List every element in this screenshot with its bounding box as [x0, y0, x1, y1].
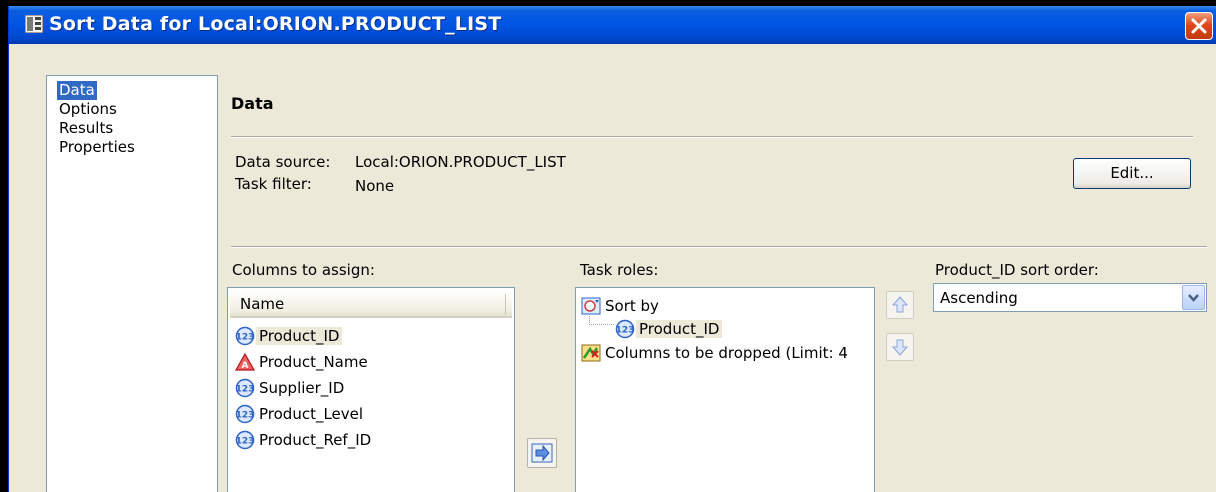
svg-text:123: 123	[236, 385, 255, 395]
numeric-icon: 123	[236, 378, 255, 398]
numeric-icon: 123	[616, 319, 635, 339]
right-arrow-icon	[531, 443, 553, 463]
nav-item-options[interactable]: Options	[57, 100, 119, 119]
move-down-button[interactable]	[886, 333, 914, 361]
task-roles-tree[interactable]: Sort by 123 Product_ID Columns to be dro…	[575, 287, 875, 492]
svg-text:A: A	[242, 361, 249, 371]
tree-connector	[589, 314, 615, 325]
task-filter-label: Task filter:	[235, 175, 312, 193]
dropdown-button[interactable]	[1182, 285, 1205, 310]
window-title: Sort Data for Local:ORION.PRODUCT_LIST	[49, 13, 502, 35]
section-title: Data	[231, 94, 274, 113]
sort-order-label: Product_ID sort order:	[935, 261, 1099, 279]
divider	[231, 246, 1207, 248]
drop-columns-icon	[581, 344, 601, 362]
svg-text:123: 123	[236, 411, 255, 421]
data-source-value: Local:ORION.PRODUCT_LIST	[355, 153, 566, 171]
nav-item-data[interactable]: Data	[57, 81, 97, 100]
character-icon: A	[234, 352, 256, 371]
nav-item-results[interactable]: Results	[57, 119, 115, 138]
role-child-item[interactable]: 123 Product_ID	[614, 317, 723, 341]
numeric-icon: 123	[236, 326, 255, 346]
sort-role-icon	[581, 297, 601, 315]
up-arrow-icon	[891, 296, 909, 313]
svg-text:123: 123	[236, 437, 255, 447]
name-column-header[interactable]: Name	[230, 290, 512, 318]
name-column-label: Name	[240, 295, 285, 313]
nav-item-properties[interactable]: Properties	[57, 138, 137, 157]
task-filter-value: None	[355, 177, 395, 195]
data-source-label: Data source:	[235, 153, 331, 171]
list-item[interactable]: 123 Product_Level	[234, 402, 366, 426]
svg-text:123: 123	[236, 333, 255, 343]
list-item[interactable]: 123 Product_Ref_ID	[234, 428, 374, 452]
down-arrow-icon	[891, 339, 909, 356]
role-columns-dropped[interactable]: Columns to be dropped (Limit: 4	[580, 341, 851, 365]
move-up-button[interactable]	[886, 291, 914, 319]
list-item[interactable]: 123 Product_ID	[234, 324, 343, 348]
title-bar[interactable]: Sort Data for Local:ORION.PRODUCT_LIST	[9, 6, 1216, 44]
divider	[231, 136, 1193, 138]
sort-task-icon	[25, 15, 43, 33]
sort-order-value: Ascending	[940, 289, 1018, 307]
sort-data-dialog: Sort Data for Local:ORION.PRODUCT_LIST D…	[8, 6, 1216, 492]
task-roles-label: Task roles:	[580, 261, 659, 279]
close-button[interactable]	[1185, 12, 1213, 40]
sort-order-select[interactable]: Ascending	[933, 283, 1207, 312]
columns-to-assign-label: Columns to assign:	[232, 261, 375, 279]
numeric-icon: 123	[236, 430, 255, 450]
list-item[interactable]: 123 Supplier_ID	[234, 376, 347, 400]
navigation-list: Data Options Results Properties	[46, 75, 218, 492]
edit-button[interactable]: Edit...	[1073, 158, 1191, 189]
list-item[interactable]: A Product_Name	[234, 350, 371, 374]
column-separator[interactable]	[505, 294, 506, 314]
assign-button[interactable]	[527, 438, 557, 468]
numeric-icon: 123	[236, 404, 255, 424]
columns-listbox[interactable]: Name 123 Product_ID A Product_Name 123 S…	[227, 287, 515, 492]
chevron-down-icon	[1188, 294, 1199, 302]
close-icon	[1191, 18, 1207, 34]
svg-text:123: 123	[616, 326, 635, 336]
